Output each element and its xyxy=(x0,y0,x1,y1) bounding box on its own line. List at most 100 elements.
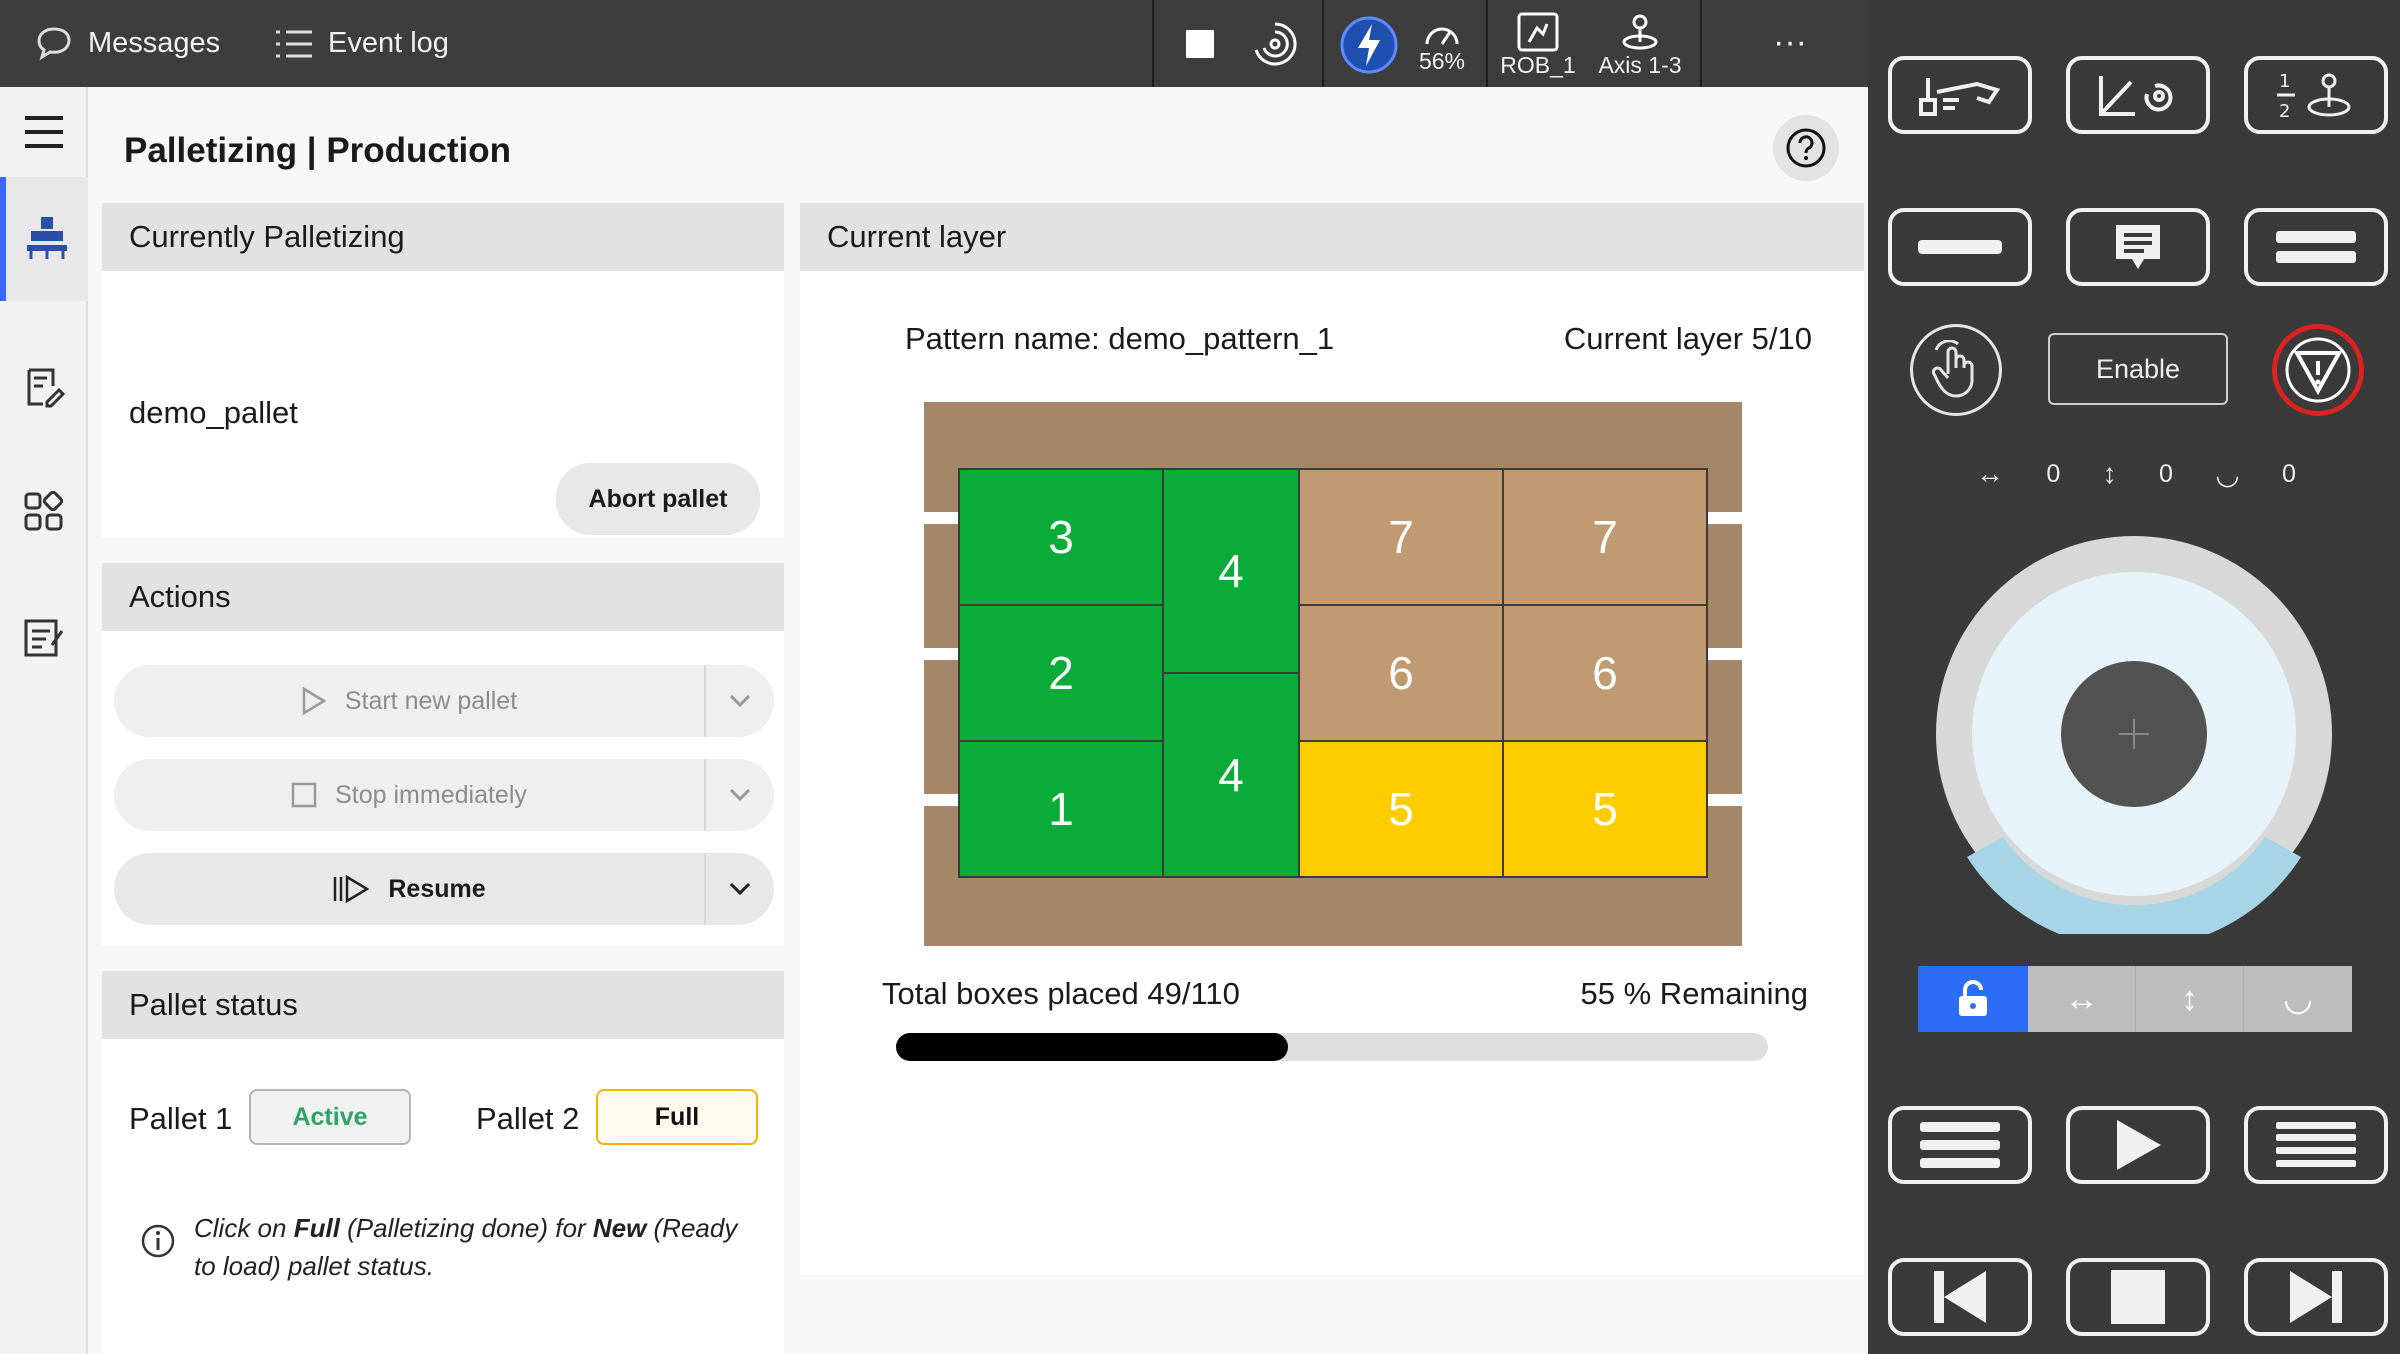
stop-button[interactable] xyxy=(2066,1258,2210,1336)
info-text: (Palletizing done) for xyxy=(339,1213,593,1243)
divider xyxy=(1700,0,1702,87)
stop-outline-icon xyxy=(291,782,317,808)
svg-text:1: 1 xyxy=(2279,71,2290,92)
stop-icon[interactable] xyxy=(1180,28,1220,60)
nav-apps[interactable] xyxy=(0,452,88,572)
lock-toggle[interactable] xyxy=(1918,966,2028,1032)
axis-label: Axis 1-3 xyxy=(1598,51,1682,78)
message-button[interactable] xyxy=(2066,208,2210,286)
motors-on-icon[interactable] xyxy=(1338,14,1400,76)
more-button[interactable]: ··· xyxy=(1750,20,1830,64)
warning-triangle-icon xyxy=(2285,337,2351,403)
abort-pallet-label: Abort pallet xyxy=(588,484,728,513)
skip-back-icon xyxy=(1934,1271,1986,1323)
lines-icon xyxy=(1920,1122,2000,1168)
spiral-icon[interactable] xyxy=(1245,14,1305,74)
actions-card: Actions Start new pallet Stop immediatel… xyxy=(102,563,784,945)
step-backward-button[interactable] xyxy=(1888,1258,2032,1336)
robot-arm-icon xyxy=(1919,78,2001,116)
resume-button[interactable]: Resume xyxy=(114,853,704,925)
skip-forward-icon xyxy=(2290,1271,2342,1323)
nav-palletizing[interactable] xyxy=(0,177,88,301)
progress-fill xyxy=(896,1033,1289,1061)
coordinate-icon xyxy=(2099,76,2173,116)
lines-icon xyxy=(2276,1122,2356,1167)
info-icon xyxy=(141,1224,175,1258)
apps-icon xyxy=(24,491,64,531)
enable-label: Enable xyxy=(2095,353,2181,384)
robot-selector[interactable]: ROB_1 xyxy=(1498,6,1578,84)
messages-button[interactable]: Messages xyxy=(34,0,220,87)
start-options-dropdown[interactable] xyxy=(704,665,774,737)
resume-row: Resume xyxy=(114,853,774,925)
play-button[interactable] xyxy=(2066,1106,2210,1184)
motion-mode-selector: ↔ ↕ ◡ xyxy=(1918,966,2352,1032)
layer-box[interactable]: 6 xyxy=(1502,604,1708,742)
nav-notes[interactable] xyxy=(0,327,88,447)
step-forward-button[interactable] xyxy=(2244,1258,2388,1336)
rotate-icon: ◡ xyxy=(2215,458,2240,490)
hold-to-run-button[interactable] xyxy=(1910,324,2002,416)
rotation-axis-button[interactable]: ◡ xyxy=(2244,966,2352,1032)
pallet-diagram: 3 2 1 4 4 7 7 6 6 5 5 xyxy=(924,402,1742,946)
jog-value-y: 0 xyxy=(2158,459,2173,488)
layer-box[interactable]: 6 xyxy=(1298,604,1504,742)
step-list-right-button[interactable] xyxy=(2244,1106,2388,1184)
horizontal-arrow-icon: ↔ xyxy=(2064,979,2099,1018)
start-new-pallet-row: Start new pallet xyxy=(114,665,774,737)
progress-bar xyxy=(896,1033,1768,1061)
layer-box[interactable]: 4 xyxy=(1162,672,1300,878)
stop-options-dropdown[interactable] xyxy=(704,759,774,831)
chevron-down-icon xyxy=(729,694,751,708)
axis-selector[interactable]: Axis 1-3 xyxy=(1590,6,1690,84)
layer-box[interactable]: 2 xyxy=(958,604,1164,742)
pallet-slot xyxy=(924,794,958,806)
coordinate-system-button[interactable] xyxy=(2066,56,2210,134)
vertical-arrow-icon: ↕ xyxy=(2102,458,2117,489)
axis-icon xyxy=(1622,14,1658,49)
jog-value-x: 0 xyxy=(2046,459,2061,488)
increment-button[interactable] xyxy=(1888,208,2032,286)
axis-toggle-button[interactable]: 12 xyxy=(2244,56,2388,134)
play-icon xyxy=(2117,1120,2161,1170)
report-icon xyxy=(24,619,64,657)
layer-box[interactable]: 7 xyxy=(1502,468,1708,606)
horizontal-axis-button[interactable]: ↔ xyxy=(2028,966,2136,1032)
resume-options-dropdown[interactable] xyxy=(704,853,774,925)
pallet-status-info: Click on Full (Palletizing done) for New… xyxy=(194,1209,764,1285)
vertical-arrow-icon: ↕ xyxy=(2181,979,2198,1018)
rotate-icon: ◡ xyxy=(2283,980,2313,1018)
nav-report[interactable] xyxy=(0,577,88,697)
layer-box[interactable]: 7 xyxy=(1298,468,1504,606)
pallet-status-header: Pallet status xyxy=(102,971,784,1039)
start-new-pallet-button[interactable]: Start new pallet xyxy=(114,665,704,737)
menu-button[interactable] xyxy=(0,87,88,177)
layer-box[interactable]: 4 xyxy=(1162,468,1300,674)
top-bar: Messages Event log 56% ROB_1 Axis 1-3 ··… xyxy=(0,0,1868,87)
abort-pallet-button[interactable]: Abort pallet xyxy=(556,463,760,535)
mechanical-unit-button[interactable] xyxy=(1888,56,2032,134)
pallet-slot xyxy=(1708,794,1742,806)
step-list-left-button[interactable] xyxy=(1888,1106,2032,1184)
palletizing-icon xyxy=(27,217,67,259)
pallet2-status-chip[interactable]: Full xyxy=(596,1089,758,1145)
stop-immediately-button[interactable]: Stop immediately xyxy=(114,759,704,831)
help-icon xyxy=(1786,128,1826,168)
help-button[interactable] xyxy=(1773,115,1839,181)
jog-values: ↔ 0 ↕ 0 ◡ 0 xyxy=(1976,456,2296,492)
robot-icon xyxy=(1517,12,1559,51)
layer-box[interactable]: 1 xyxy=(958,740,1164,878)
layer-box[interactable]: 5 xyxy=(1298,740,1504,878)
eventlog-button[interactable]: Event log xyxy=(274,0,449,87)
double-bar-button[interactable] xyxy=(2244,208,2388,286)
vertical-axis-button[interactable]: ↕ xyxy=(2136,966,2244,1032)
minus-icon xyxy=(1918,240,2002,254)
remaining-text: 55 % Remaining xyxy=(1580,976,1808,1011)
layer-box[interactable]: 3 xyxy=(958,468,1164,606)
emergency-stop-button[interactable] xyxy=(2272,324,2364,416)
joystick[interactable] xyxy=(1934,534,2334,934)
enable-button[interactable]: Enable xyxy=(2048,333,2228,405)
pallet1-status-chip[interactable]: Active xyxy=(249,1089,411,1145)
speed-indicator[interactable]: 56% xyxy=(1412,8,1472,84)
layer-box[interactable]: 5 xyxy=(1502,740,1708,878)
